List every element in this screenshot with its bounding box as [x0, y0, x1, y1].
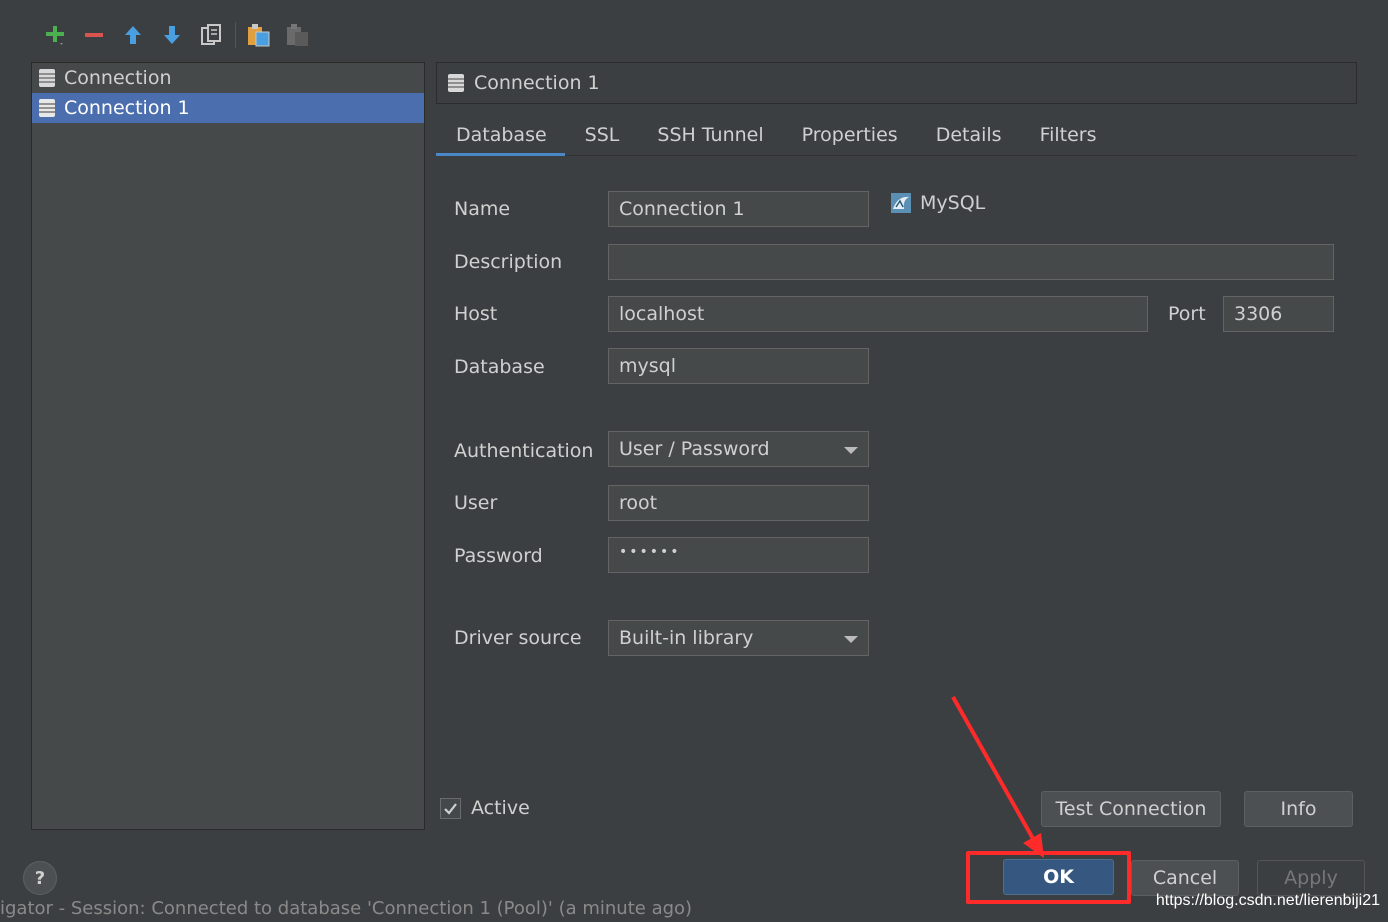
status-text: igator - Session: Connected to database … — [0, 899, 693, 919]
annotation-arrow — [951, 696, 1044, 858]
watermark: https://blog.csdn.net/lierenbiji21 — [1155, 892, 1380, 909]
annotation-highlight-box — [966, 851, 1131, 904]
